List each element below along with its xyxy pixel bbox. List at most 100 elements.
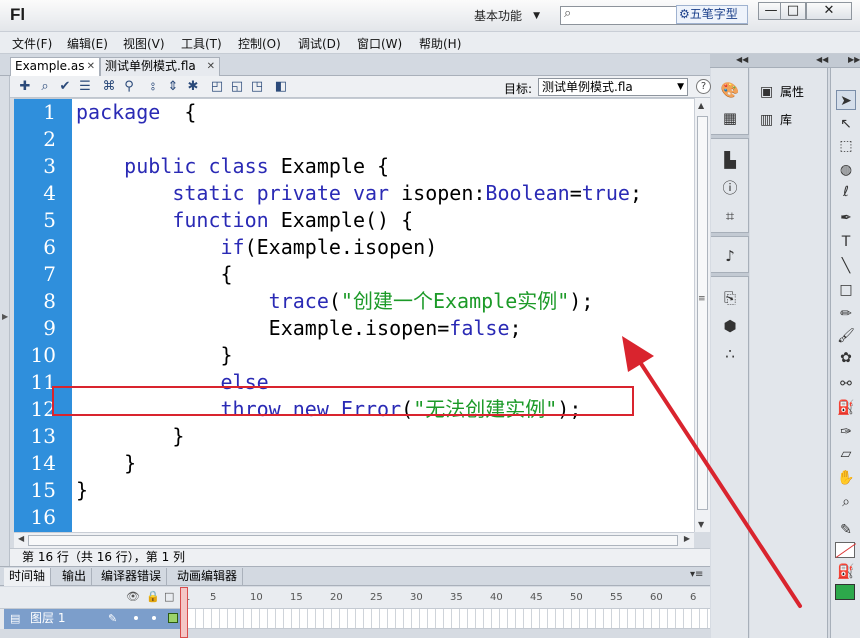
code-hint-icon[interactable]: ⌘ [100, 78, 118, 96]
hand-tool-icon[interactable]: ✋ [836, 468, 856, 488]
grip-icon[interactable]: ≡ [698, 294, 706, 304]
code-line[interactable]: package { [76, 99, 196, 126]
code-line[interactable]: } [76, 342, 232, 369]
pencil-tool-icon[interactable]: ✏ [836, 304, 856, 324]
outline-color-box[interactable] [168, 613, 178, 623]
lock-icon[interactable]: 🔒 [146, 590, 160, 603]
transform-icon[interactable]: ⌗ [720, 206, 740, 226]
free-transform-icon[interactable]: ⬚ [836, 136, 856, 156]
close-icon[interactable]: ✕ [87, 58, 95, 75]
brush-tool-icon[interactable]: 🖌 [836, 326, 856, 346]
code-line[interactable]: function Example() { [76, 207, 413, 234]
tab-test-fla[interactable]: 测试单例模式.fla ✕ [100, 57, 220, 76]
tab-example-as[interactable]: Example.as ✕ [10, 57, 100, 76]
rectangle-tool-icon[interactable]: □ [836, 280, 856, 300]
close-button[interactable]: ✕ [806, 2, 852, 20]
line-tool-icon[interactable]: ╲ [836, 256, 856, 276]
maximize-button[interactable]: □ [780, 2, 806, 20]
code-line[interactable]: if(Example.isopen) [76, 234, 438, 261]
selection-tool-icon[interactable]: ➤ [836, 90, 856, 110]
find-icon[interactable]: ⌕ [36, 78, 54, 96]
bone-tool-icon[interactable]: ⚯ [836, 374, 856, 394]
code-line[interactable]: } [76, 450, 136, 477]
3d-rotation-icon[interactable]: ◍ [836, 160, 856, 180]
fill-color-icon[interactable]: ⛽ [836, 562, 856, 582]
lock-dot[interactable] [152, 616, 156, 620]
menu-file[interactable]: 文件(F) [12, 35, 52, 52]
collapse-dock-icon[interactable]: ◀◀ [816, 55, 828, 64]
code-snippets-icon[interactable]: ⎘ [720, 288, 740, 308]
menu-control[interactable]: 控制(O) [238, 35, 281, 52]
menu-window[interactable]: 窗口(W) [357, 35, 402, 52]
code-line[interactable]: static private var isopen:Boolean=true; [76, 180, 642, 207]
code-line[interactable]: } [76, 423, 184, 450]
help-icon[interactable]: ? [696, 79, 711, 94]
ime-indicator[interactable]: ⚙五笔字型 [676, 5, 748, 24]
code-line[interactable]: trace("创建一个Example实例"); [76, 288, 594, 315]
subselection-tool-icon[interactable]: ↖ [836, 114, 856, 134]
expand-arrow-icon[interactable]: ▶ [2, 312, 8, 321]
deco-tool-icon[interactable]: ✿ [836, 348, 856, 368]
components-icon[interactable]: ⬢ [720, 316, 740, 336]
pen-tool-icon[interactable]: ✒ [836, 208, 856, 228]
vertical-scrollbar[interactable]: ▲ ≡ ▼ [694, 98, 710, 532]
scroll-down-icon[interactable]: ▼ [698, 520, 704, 529]
workspace-switcher[interactable]: 基本功能 ▼ [466, 6, 548, 26]
left-collapse-strip[interactable]: ▶ [0, 76, 10, 566]
tab-timeline[interactable]: 时间轴 [4, 568, 52, 586]
menu-debug[interactable]: 调试(D) [298, 35, 341, 52]
motion-presets-icon[interactable]: ∴ [720, 344, 740, 364]
text-tool-icon[interactable]: T [836, 232, 856, 252]
tab-output[interactable]: 输出 [57, 568, 93, 586]
collapse-dock-icon[interactable]: ◀◀ [736, 55, 748, 64]
eyedropper-icon[interactable]: ✑ [836, 422, 856, 442]
horizontal-scrollbar[interactable]: ◀ ▶ [14, 532, 694, 548]
add-statement-icon[interactable]: ✚ [16, 78, 34, 96]
properties-panel-button[interactable]: ▣ 属性 [760, 82, 804, 102]
eye-icon[interactable]: 👁 [126, 590, 140, 603]
show-hide-toolbox-icon[interactable]: ◧ [272, 78, 290, 96]
tab-compiler-errors[interactable]: 编译器错误 [96, 568, 168, 586]
code-line[interactable]: { [76, 261, 232, 288]
stroke-color-swatch[interactable] [835, 542, 855, 558]
debug-options-icon[interactable]: ⚲ [120, 78, 138, 96]
apply-line-comment-icon[interactable]: ◱ [228, 78, 246, 96]
panel-menu-icon[interactable]: ▾≡ [690, 569, 703, 580]
align-icon[interactable]: ▙ [720, 150, 740, 170]
collapse-between-braces-icon[interactable]: ⦂ [144, 78, 162, 96]
apply-block-comment-icon[interactable]: ◰ [208, 78, 226, 96]
scroll-up-icon[interactable]: ▲ [698, 101, 704, 110]
expand-all-icon[interactable]: ✱ [184, 78, 202, 96]
target-select[interactable]: 测试单例模式.fla ▼ [538, 78, 688, 96]
paint-bucket-icon[interactable]: ⛽ [836, 398, 856, 418]
remove-comment-icon[interactable]: ◳ [248, 78, 266, 96]
layer-row[interactable]: ▤ 图层 1 ✎ [4, 609, 182, 629]
swatches-grid-icon[interactable]: ▦ [720, 108, 740, 128]
tab-motion-editor[interactable]: 动画编辑器 [172, 568, 244, 586]
library-panel-button[interactable]: ▥ 库 [760, 110, 792, 130]
code-editor[interactable]: 1 2 3 4 5 6 7 8 9 10 11 12 13 14 15 16 package { public… [14, 98, 694, 533]
code-line[interactable]: Example.isopen=false; [76, 315, 522, 342]
scroll-left-icon[interactable]: ◀ [18, 534, 24, 543]
color-palette-icon[interactable]: 🎨 [720, 80, 740, 100]
auto-format-icon[interactable]: ☰ [76, 78, 94, 96]
zoom-tool-icon[interactable]: ⌕ [836, 492, 856, 512]
code-line[interactable]: } [76, 477, 88, 504]
expand-dock-icon[interactable]: ▶▶ [848, 55, 860, 64]
code-line[interactable]: public class Example { [76, 153, 389, 180]
scroll-thumb[interactable] [28, 535, 678, 546]
menu-tools[interactable]: 工具(T) [181, 35, 222, 52]
collapse-selection-icon[interactable]: ⇕ [164, 78, 182, 96]
stroke-color-icon[interactable]: ✎ [836, 520, 856, 540]
info-icon[interactable]: ⓘ [720, 178, 740, 198]
eraser-icon[interactable]: ▱ [836, 444, 856, 464]
menu-help[interactable]: 帮助(H) [419, 35, 461, 52]
scroll-thumb[interactable] [697, 116, 708, 510]
lasso-icon[interactable]: ℓ [836, 182, 856, 202]
outline-icon[interactable]: □ [164, 590, 174, 603]
menu-edit[interactable]: 编辑(E) [67, 35, 108, 52]
visibility-dot[interactable] [134, 616, 138, 620]
menu-view[interactable]: 视图(V) [123, 35, 165, 52]
frame-cells[interactable] [188, 609, 710, 629]
fill-color-swatch[interactable] [835, 584, 855, 600]
